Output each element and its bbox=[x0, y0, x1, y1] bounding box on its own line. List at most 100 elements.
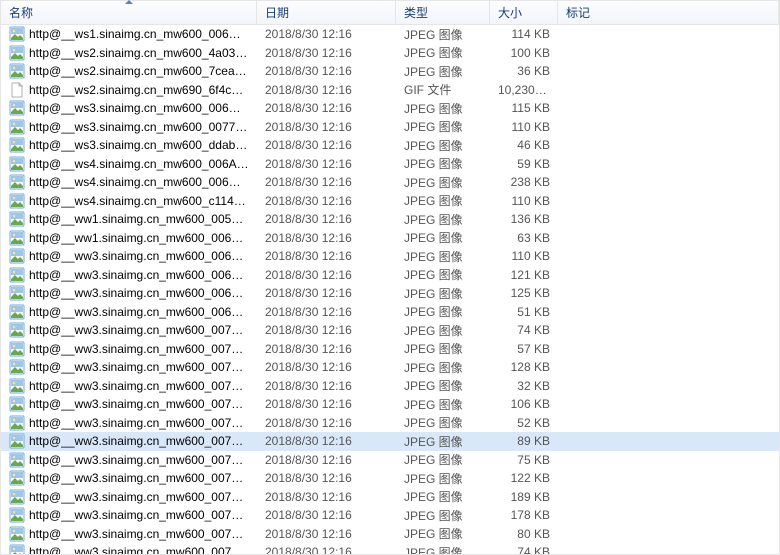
file-name-cell[interactable]: http@__ww3.sinaimg.cn_mw600_0073ob6P... bbox=[1, 526, 257, 542]
table-row[interactable]: http@__ww1.sinaimg.cn_mw600_005QZz1P...2… bbox=[1, 210, 779, 229]
file-name-cell[interactable]: http@__ww3.sinaimg.cn_mw600_0073ob6P... bbox=[1, 341, 257, 357]
table-row[interactable]: http@__ws2.sinaimg.cn_mw690_6f4c5371g...… bbox=[1, 81, 779, 100]
file-jpeg-icon bbox=[9, 322, 25, 338]
file-name-cell[interactable]: http@__ww3.sinaimg.cn_mw600_006XNEY7... bbox=[1, 304, 257, 320]
column-header-type[interactable]: 类型 bbox=[396, 1, 490, 24]
column-header-tag[interactable]: 标记 bbox=[558, 1, 779, 24]
column-header-size[interactable]: 大小 bbox=[490, 1, 558, 24]
column-header-name[interactable]: 名称 bbox=[1, 1, 257, 24]
file-name-label: http@__ww3.sinaimg.cn_mw600_006XNEY7... bbox=[29, 305, 249, 319]
column-header-label: 日期 bbox=[265, 4, 289, 21]
table-row[interactable]: http@__ws1.sinaimg.cn_mw600_006wUWIj...2… bbox=[1, 25, 779, 44]
table-row[interactable]: http@__ww3.sinaimg.cn_mw600_0073ob6P...2… bbox=[1, 321, 779, 340]
file-name-cell[interactable]: http@__ws1.sinaimg.cn_mw600_006wUWIj... bbox=[1, 26, 257, 42]
file-name-cell[interactable]: http@__ww1.sinaimg.cn_mw600_005QZz1P... bbox=[1, 211, 257, 227]
file-jpeg-icon bbox=[9, 452, 25, 468]
table-row[interactable]: http@__ws4.sinaimg.cn_mw600_c114ca96g...… bbox=[1, 192, 779, 211]
file-name-label: http@__ws2.sinaimg.cn_mw600_4a03611cg... bbox=[29, 46, 249, 60]
file-date-cell: 2018/8/30 12:16 bbox=[257, 46, 396, 60]
file-jpeg-icon bbox=[9, 359, 25, 375]
file-name-cell[interactable]: http@__ww3.sinaimg.cn_mw600_0073ob6P... bbox=[1, 452, 257, 468]
file-name-cell[interactable]: http@__ws4.sinaimg.cn_mw600_006wUWIj... bbox=[1, 174, 257, 190]
table-row[interactable]: http@__ws2.sinaimg.cn_mw600_4a03611cg...… bbox=[1, 44, 779, 63]
file-name-cell[interactable]: http@__ww3.sinaimg.cn_mw600_0073ob6P... bbox=[1, 433, 257, 449]
file-jpeg-icon bbox=[9, 526, 25, 542]
table-row[interactable]: http@__ww3.sinaimg.cn_mw600_0073ob6P2018… bbox=[1, 543, 779, 554]
file-jpeg-icon bbox=[9, 45, 25, 61]
column-header-label: 名称 bbox=[9, 4, 33, 21]
file-name-cell[interactable]: http@__ww3.sinaimg.cn_mw600_0073ob6P... bbox=[1, 470, 257, 486]
file-name-cell[interactable]: http@__ws2.sinaimg.cn_mw600_4a03611cg... bbox=[1, 45, 257, 61]
file-type-cell: JPEG 图像 bbox=[396, 229, 490, 246]
file-jpeg-icon bbox=[9, 137, 25, 153]
table-row[interactable]: http@__ww3.sinaimg.cn_mw600_0073ob6P...2… bbox=[1, 358, 779, 377]
file-type-cell: JPEG 图像 bbox=[396, 303, 490, 320]
file-name-cell[interactable]: http@__ww3.sinaimg.cn_mw600_0073ob6P... bbox=[1, 322, 257, 338]
table-row[interactable]: http@__ws4.sinaimg.cn_mw600_006ArS7zg...… bbox=[1, 155, 779, 174]
file-name-cell[interactable]: http@__ww3.sinaimg.cn_mw600_0073ob6P... bbox=[1, 359, 257, 375]
file-name-label: http@__ww3.sinaimg.cn_mw600_0073ob6P... bbox=[29, 471, 249, 485]
table-row[interactable]: http@__ww1.sinaimg.cn_mw600_006XNEY7...2… bbox=[1, 229, 779, 248]
table-row[interactable]: http@__ws3.sinaimg.cn_mw600_ddab0a34l...… bbox=[1, 136, 779, 155]
file-size-cell: 115 KB bbox=[490, 101, 558, 115]
file-list[interactable]: http@__ws1.sinaimg.cn_mw600_006wUWIj...2… bbox=[1, 25, 779, 554]
file-name-cell[interactable]: http@__ww3.sinaimg.cn_mw600_0073ob6P... bbox=[1, 396, 257, 412]
table-row[interactable]: http@__ww3.sinaimg.cn_mw600_0073ob6P...2… bbox=[1, 525, 779, 544]
file-name-label: http@__ww3.sinaimg.cn_mw600_0073ob6P... bbox=[29, 397, 249, 411]
file-name-cell[interactable]: http@__ws2.sinaimg.cn_mw690_6f4c5371g... bbox=[1, 82, 257, 98]
file-name-cell[interactable]: http@__ww3.sinaimg.cn_mw600_0073ob6P... bbox=[1, 378, 257, 394]
file-name-cell[interactable]: http@__ws3.sinaimg.cn_mw600_0077m8Illy..… bbox=[1, 119, 257, 135]
table-row[interactable]: http@__ws3.sinaimg.cn_mw600_0077m8Illy..… bbox=[1, 118, 779, 137]
table-row[interactable]: http@__ww3.sinaimg.cn_mw600_006XNEY7...2… bbox=[1, 284, 779, 303]
file-name-cell[interactable]: http@__ws4.sinaimg.cn_mw600_006ArS7zg... bbox=[1, 156, 257, 172]
table-row[interactable]: http@__ww3.sinaimg.cn_mw600_0073ob6P...2… bbox=[1, 414, 779, 433]
file-name-cell[interactable]: http@__ww3.sinaimg.cn_mw600_0073ob6P... bbox=[1, 415, 257, 431]
file-name-cell[interactable]: http@__ws4.sinaimg.cn_mw600_c114ca96g... bbox=[1, 193, 257, 209]
file-type-cell: JPEG 图像 bbox=[396, 525, 490, 542]
table-row[interactable]: http@__ww3.sinaimg.cn_mw600_0073ob6P...2… bbox=[1, 432, 779, 451]
file-jpeg-icon bbox=[9, 248, 25, 264]
file-jpeg-icon bbox=[9, 285, 25, 301]
file-name-cell[interactable]: http@__ww3.sinaimg.cn_mw600_006XNEY7... bbox=[1, 285, 257, 301]
file-type-cell: JPEG 图像 bbox=[396, 396, 490, 413]
file-name-cell[interactable]: http@__ww3.sinaimg.cn_mw600_0073ob6P... bbox=[1, 507, 257, 523]
file-name-cell[interactable]: http@__ws2.sinaimg.cn_mw600_7cea53f4ly..… bbox=[1, 63, 257, 79]
file-date-cell: 2018/8/30 12:16 bbox=[257, 27, 396, 41]
file-name-cell[interactable]: http@__ww3.sinaimg.cn_mw600_0073ob6P bbox=[1, 544, 257, 554]
file-name-cell[interactable]: http@__ww1.sinaimg.cn_mw600_006XNEY7... bbox=[1, 230, 257, 246]
table-row[interactable]: http@__ww3.sinaimg.cn_mw600_0073ob6P...2… bbox=[1, 395, 779, 414]
file-name-label: http@__ww3.sinaimg.cn_mw600_0073ob6P bbox=[29, 545, 249, 554]
table-row[interactable]: http@__ww3.sinaimg.cn_mw600_0073ob6P...2… bbox=[1, 469, 779, 488]
file-type-cell: JPEG 图像 bbox=[396, 44, 490, 61]
column-header-row: 名称 日期 类型 大小 标记 bbox=[1, 1, 779, 25]
file-name-cell[interactable]: http@__ws3.sinaimg.cn_mw600_006wUWIj... bbox=[1, 100, 257, 116]
file-jpeg-icon bbox=[9, 396, 25, 412]
file-name-label: http@__ws4.sinaimg.cn_mw600_c114ca96g... bbox=[29, 194, 249, 208]
column-header-date[interactable]: 日期 bbox=[257, 1, 396, 24]
file-name-cell[interactable]: http@__ww3.sinaimg.cn_mw600_006XNEY7... bbox=[1, 248, 257, 264]
table-row[interactable]: http@__ww3.sinaimg.cn_mw600_006XNEY7...2… bbox=[1, 266, 779, 285]
table-row[interactable]: http@__ww3.sinaimg.cn_mw600_0073ob6P...2… bbox=[1, 451, 779, 470]
file-name-cell[interactable]: http@__ww3.sinaimg.cn_mw600_006XNEY7... bbox=[1, 267, 257, 283]
file-name-cell[interactable]: http@__ws3.sinaimg.cn_mw600_ddab0a34l... bbox=[1, 137, 257, 153]
table-row[interactable]: http@__ww3.sinaimg.cn_mw600_0073ob6P...2… bbox=[1, 488, 779, 507]
table-row[interactable]: http@__ws3.sinaimg.cn_mw600_006wUWIj...2… bbox=[1, 99, 779, 118]
file-name-cell[interactable]: http@__ww3.sinaimg.cn_mw600_0073ob6P... bbox=[1, 489, 257, 505]
file-date-cell: 2018/8/30 12:16 bbox=[257, 490, 396, 504]
file-date-cell: 2018/8/30 12:16 bbox=[257, 194, 396, 208]
file-name-label: http@__ww3.sinaimg.cn_mw600_0073ob6P... bbox=[29, 416, 249, 430]
file-type-cell: JPEG 图像 bbox=[396, 155, 490, 172]
table-row[interactable]: http@__ww3.sinaimg.cn_mw600_0073ob6P...2… bbox=[1, 340, 779, 359]
table-row[interactable]: http@__ws4.sinaimg.cn_mw600_006wUWIj...2… bbox=[1, 173, 779, 192]
file-type-cell: JPEG 图像 bbox=[396, 433, 490, 450]
table-row[interactable]: http@__ww3.sinaimg.cn_mw600_0073ob6P...2… bbox=[1, 377, 779, 396]
file-type-cell: JPEG 图像 bbox=[396, 507, 490, 524]
table-row[interactable]: http@__ww3.sinaimg.cn_mw600_0073ob6P...2… bbox=[1, 506, 779, 525]
table-row[interactable]: http@__ws2.sinaimg.cn_mw600_7cea53f4ly..… bbox=[1, 62, 779, 81]
table-row[interactable]: http@__ww3.sinaimg.cn_mw600_006XNEY7...2… bbox=[1, 303, 779, 322]
file-name-label: http@__ws3.sinaimg.cn_mw600_0077m8Illy..… bbox=[29, 120, 249, 134]
file-jpeg-icon bbox=[9, 341, 25, 357]
file-size-cell: 89 KB bbox=[490, 434, 558, 448]
table-row[interactable]: http@__ww3.sinaimg.cn_mw600_006XNEY7...2… bbox=[1, 247, 779, 266]
file-size-cell: 125 KB bbox=[490, 286, 558, 300]
